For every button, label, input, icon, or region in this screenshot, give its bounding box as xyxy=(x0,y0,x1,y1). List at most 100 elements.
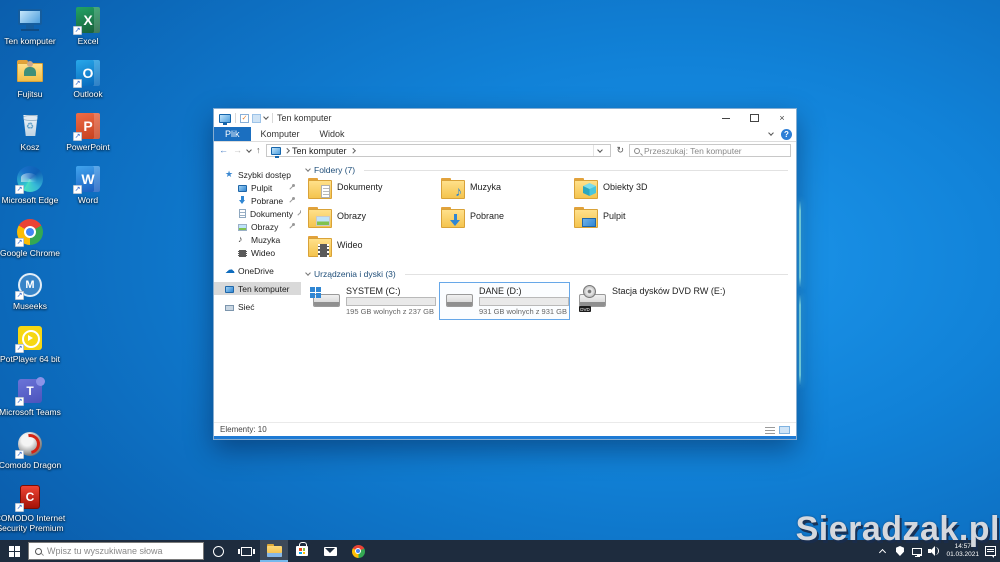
window-accent-border xyxy=(214,436,796,439)
breadcrumb[interactable]: Ten komputer xyxy=(292,146,347,156)
group-header-devices[interactable]: Urządzenia i dyski (3) xyxy=(305,269,788,279)
properties-icon[interactable] xyxy=(240,113,249,123)
folder-icon xyxy=(574,207,598,228)
this-pc-mini-icon xyxy=(270,146,281,158)
microsoft-store-icon xyxy=(296,542,308,556)
desktop-icon-excel[interactable]: X Excel xyxy=(59,6,117,46)
desktop-icon-this-pc[interactable]: Ten komputer xyxy=(1,6,59,46)
taskbar-search[interactable] xyxy=(28,542,204,560)
shortcut-arrow-icon xyxy=(73,185,82,194)
desktop-icon-fujitsu[interactable]: Fujitsu xyxy=(1,59,59,99)
store-button[interactable] xyxy=(288,540,316,562)
window-controls: × xyxy=(712,109,796,127)
desktop-icon-teams[interactable]: T Microsoft Teams xyxy=(0,377,61,417)
sidebar-item-onedrive[interactable]: ☁ OneDrive xyxy=(214,264,301,277)
file-explorer-button[interactable] xyxy=(260,540,288,562)
folder-tile-muzyka[interactable]: ♪ Muzyka xyxy=(439,178,572,208)
up-icon[interactable] xyxy=(256,146,261,155)
folder-icon: ♪ xyxy=(441,178,465,199)
desktop-icon-potplayer[interactable]: PotPlayer 64 bit xyxy=(0,324,60,364)
group-header-folders[interactable]: Foldery (7) xyxy=(305,165,788,175)
sidebar-item-pobrane[interactable]: Pobrane xyxy=(214,194,301,207)
shortcut-arrow-icon xyxy=(73,26,82,35)
desktop-icon-powerpoint[interactable]: P PowerPoint xyxy=(59,112,117,152)
folder-tile-obrazy[interactable]: Obrazy xyxy=(306,207,439,237)
recent-locations-icon[interactable] xyxy=(246,146,252,153)
desktop-icon-museeks[interactable]: M Museeks xyxy=(1,271,59,311)
minimize-button[interactable] xyxy=(712,109,740,127)
desktop-icon-outlook[interactable]: O Outlook xyxy=(59,59,117,99)
folder-tile-dokumenty[interactable]: Dokumenty xyxy=(306,178,439,208)
task-view-button[interactable] xyxy=(232,540,260,562)
tab-widok[interactable]: Widok xyxy=(310,127,355,141)
shortcut-arrow-icon xyxy=(15,344,24,353)
search-box[interactable] xyxy=(629,144,791,157)
folder-icon xyxy=(308,236,332,257)
folder-tile-wideo[interactable]: Wideo xyxy=(306,236,439,266)
navigation-bar: Ten komputer xyxy=(214,142,796,159)
shortcut-arrow-icon xyxy=(73,132,82,141)
folder-tile-pulpit[interactable]: Pulpit xyxy=(572,207,705,237)
wallpaper-beam xyxy=(799,200,801,288)
customize-toolbar-icon[interactable] xyxy=(263,114,269,120)
search-input[interactable] xyxy=(644,145,786,156)
folder-icon xyxy=(441,207,465,228)
thumbnails-view-icon[interactable] xyxy=(779,425,790,434)
collapse-group-icon[interactable] xyxy=(305,270,311,276)
mail-button[interactable] xyxy=(316,540,344,562)
address-bar[interactable]: Ten komputer xyxy=(265,144,612,158)
breadcrumb-separator-icon[interactable] xyxy=(349,148,355,153)
shortcut-arrow-icon xyxy=(15,450,24,459)
documents-icon xyxy=(239,209,246,218)
sidebar-item-this-pc[interactable]: Ten komputer xyxy=(214,282,301,295)
shortcut-arrow-icon xyxy=(15,397,24,406)
cortana-icon xyxy=(212,545,224,557)
tab-plik[interactable]: Plik xyxy=(214,127,251,141)
desktop-icon-label: Microsoft Teams xyxy=(0,407,61,417)
tab-komputer[interactable]: Komputer xyxy=(251,127,310,141)
shortcut-arrow-icon xyxy=(15,503,24,512)
taskbar-search-input[interactable] xyxy=(47,546,197,556)
refresh-icon[interactable] xyxy=(616,145,624,156)
drive-tile-dvd-e[interactable]: DVD Stacja dysków DVD RW (E:) xyxy=(572,282,742,316)
desktop-icon-chrome[interactable]: Google Chrome xyxy=(0,218,60,258)
items-count: Elementy: 10 xyxy=(220,425,267,434)
forward-icon[interactable] xyxy=(233,146,242,155)
explorer-window: Ten komputer × Plik Komputer Widok ? Ten… xyxy=(213,108,797,440)
back-icon[interactable] xyxy=(219,146,228,155)
desktop-icon-recycle-bin[interactable]: Kosz xyxy=(1,112,59,152)
folder-icon xyxy=(308,207,332,228)
sidebar-item-muzyka[interactable]: ♪ Muzyka xyxy=(214,233,301,246)
maximize-button[interactable] xyxy=(740,109,768,127)
drive-tile-system-c[interactable]: SYSTEM (C:) 195 GB wolnych z 237 GB xyxy=(306,282,437,320)
sidebar-item-pulpit[interactable]: Pulpit xyxy=(214,181,301,194)
expand-ribbon-icon[interactable] xyxy=(768,130,774,136)
videos-icon xyxy=(238,249,247,257)
desktop-icon-label: Museeks xyxy=(12,301,47,311)
collapse-group-icon[interactable] xyxy=(305,166,311,172)
details-view-icon[interactable] xyxy=(765,425,775,434)
sidebar-item-dokumenty[interactable]: Dokumenty xyxy=(214,207,301,220)
sidebar-item-quick-access[interactable]: ★ Szybki dostęp xyxy=(214,168,301,181)
folder-tile-pobrane[interactable]: Pobrane xyxy=(439,207,572,237)
chrome-button[interactable] xyxy=(344,540,372,562)
cortana-button[interactable] xyxy=(204,540,232,562)
sidebar-item-obrazy[interactable]: Obrazy xyxy=(214,220,301,233)
start-button[interactable] xyxy=(0,540,28,562)
drive-tile-dane-d[interactable]: DANE (D:) 931 GB wolnych z 931 GB xyxy=(439,282,570,320)
desktop-icon-comodo-security[interactable]: C COMODO Internet Security Premium xyxy=(0,483,65,533)
pin-icon xyxy=(289,184,296,191)
sidebar-item-network[interactable]: Sieć xyxy=(214,300,301,313)
title-bar[interactable]: Ten komputer × xyxy=(214,109,796,127)
sidebar-item-wideo[interactable]: Wideo xyxy=(214,246,301,259)
folder-tile-obiekty-3d[interactable]: Obiekty 3D xyxy=(572,178,705,208)
downloads-overlay-icon xyxy=(450,214,461,227)
desktop-icon-edge[interactable]: Microsoft Edge xyxy=(1,165,59,205)
help-icon[interactable]: ? xyxy=(781,128,792,140)
ribbon-tabs: Plik Komputer Widok ? xyxy=(214,127,796,142)
new-folder-icon[interactable] xyxy=(252,113,261,123)
desktop-icon-word[interactable]: W Word xyxy=(59,165,117,205)
task-view-icon xyxy=(237,546,255,556)
desktop-icon-comodo-dragon[interactable]: Comodo Dragon xyxy=(0,430,61,470)
close-button[interactable]: × xyxy=(768,109,796,127)
